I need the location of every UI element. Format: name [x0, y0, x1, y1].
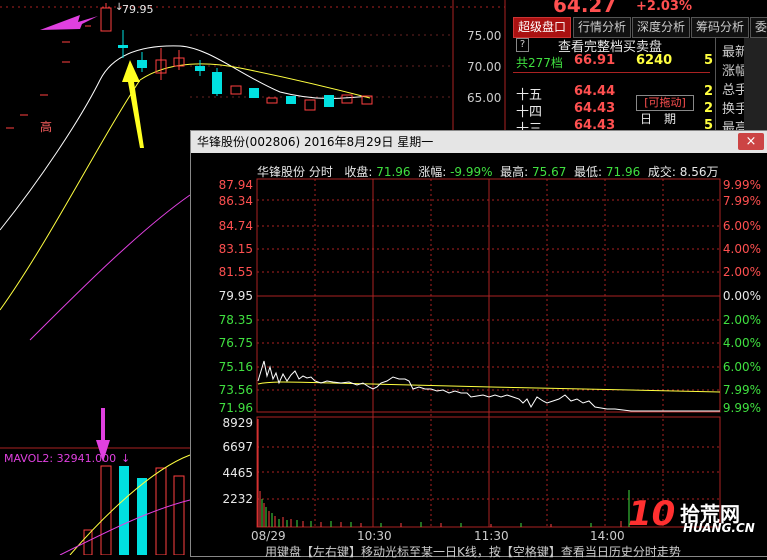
- pct-tick: 2.00%: [722, 313, 761, 327]
- left-extra-label: 高: [40, 120, 53, 134]
- change-percent: +2.03%: [636, 0, 692, 14]
- volume-tick: 4465: [222, 466, 253, 480]
- current-price: 64.27: [553, 0, 617, 17]
- price-tick: 87.94: [218, 178, 253, 192]
- price-tick: 73.56: [218, 383, 253, 397]
- level-price: 64.43: [574, 101, 616, 116]
- watermark-logo: 10: [628, 494, 676, 534]
- intraday-popup[interactable]: 华锋股份(002806) 2016年8月29日 星期一 × 华锋股份 分时 收盘…: [190, 130, 767, 559]
- help-icon[interactable]: ?: [516, 38, 529, 52]
- watermark-url: HUANG.CN: [683, 521, 755, 535]
- price-tick: 76.75: [218, 336, 253, 350]
- level-price: 64.44: [574, 84, 616, 99]
- pct-tick: 4.00%: [722, 336, 761, 350]
- divider: [513, 72, 710, 73]
- level-count: 2: [704, 84, 714, 99]
- tab-more[interactable]: 委: [750, 17, 767, 38]
- draggable-tag[interactable]: [可拖动]: [636, 95, 694, 111]
- volume-tick: 2232: [222, 492, 253, 506]
- price-tick: 86.34: [218, 194, 253, 208]
- price-tick: 78.35: [218, 313, 253, 327]
- price-tick: 71.96: [218, 401, 253, 415]
- time-tick: 10:30: [357, 529, 392, 543]
- y-tick: 75.00: [467, 29, 502, 43]
- pct-tick: 9.99%: [722, 401, 761, 415]
- pct-tick: 0.00%: [722, 289, 761, 303]
- intraday-volume: [257, 419, 630, 527]
- pct-tick: 6.00%: [722, 360, 761, 374]
- tab-super-order[interactable]: 超级盘口: [513, 17, 571, 38]
- total-volume: 6240: [636, 53, 673, 68]
- total-levels-label: 共277档: [516, 56, 563, 70]
- pct-tick: 4.00%: [722, 242, 761, 256]
- y-tick: 70.00: [467, 60, 502, 74]
- price-tick: 81.55: [218, 265, 253, 279]
- price-tick: 83.15: [218, 242, 253, 256]
- vol-marker-icon: ↓: [121, 452, 131, 465]
- level-count: 2: [704, 101, 714, 116]
- pct-tick: 6.00%: [722, 219, 761, 233]
- y-tick: 65.00: [467, 91, 502, 105]
- total-count: 5: [704, 53, 714, 68]
- price-tick: 79.95: [218, 289, 253, 303]
- time-tick: 08/29: [251, 529, 286, 543]
- tab-depth-analysis[interactable]: 深度分析: [632, 17, 690, 38]
- high-price-label: 79.95: [122, 3, 154, 16]
- price-tick: 75.16: [218, 360, 253, 374]
- magenta-arrow-top: [40, 15, 98, 30]
- marker: [743, 20, 747, 23]
- time-tick: 11:30: [474, 529, 509, 543]
- date-label: 日 期: [640, 112, 677, 126]
- intraday-chart: [256, 178, 721, 528]
- high-marker-icon: ↓: [115, 2, 124, 13]
- price-tick: 84.74: [218, 219, 253, 233]
- candles: [100, 3, 373, 111]
- total-price: 66.91: [574, 53, 616, 68]
- footer-hint: 用键盘【左右键】移动光标至某一日K线，按【空格键】查看当日历史分时走势: [265, 545, 681, 559]
- ma-magenta-line: [29, 194, 191, 341]
- side-scroll-area: [744, 38, 767, 130]
- tab-chip-analysis[interactable]: 筹码分析: [691, 17, 749, 38]
- pct-tick: 7.99%: [722, 383, 761, 397]
- tab-quote-analysis[interactable]: 行情分析: [573, 17, 631, 38]
- pct-tick: 2.00%: [722, 265, 761, 279]
- volume-bars: [83, 465, 185, 555]
- volume-tick: 6697: [222, 440, 253, 454]
- left-candle-marks: [6, 25, 91, 129]
- pct-tick: 9.99%: [722, 178, 761, 192]
- volume-tick: 8929: [222, 416, 253, 430]
- pct-tick: 7.99%: [722, 194, 761, 208]
- time-tick: 14:00: [590, 529, 625, 543]
- mavol-label: MAVOL2: 32941.000: [4, 452, 117, 465]
- side-divider: [715, 38, 716, 130]
